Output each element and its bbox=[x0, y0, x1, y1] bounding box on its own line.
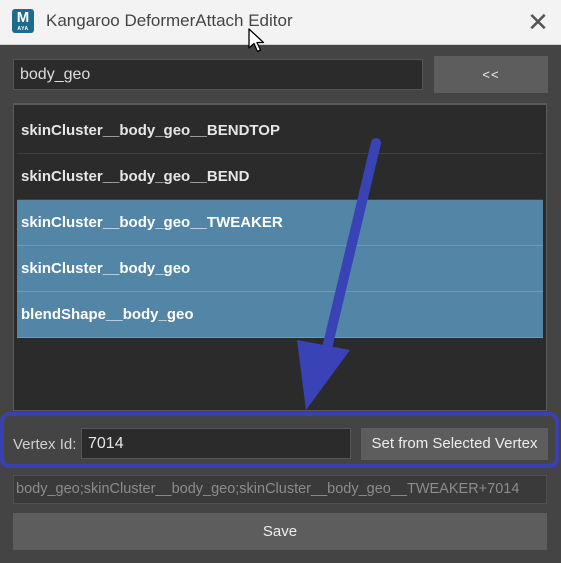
mouse-cursor-icon bbox=[248, 28, 265, 53]
deformer-list-item-selected[interactable]: skinCluster__body_geo bbox=[17, 246, 543, 292]
save-button[interactable]: Save bbox=[13, 513, 547, 550]
title-bar: M AYA Kangaroo DeformerAttach Editor ✕ bbox=[0, 0, 561, 45]
deformer-list-item[interactable]: skinCluster__body_geo__BEND bbox=[17, 154, 543, 200]
deformer-list-item-selected[interactable]: skinCluster__body_geo__TWEAKER bbox=[17, 200, 543, 246]
vertex-id-input[interactable]: 7014 bbox=[81, 428, 351, 459]
deformer-list[interactable]: skinCluster__body_geo__BENDTOP skinClust… bbox=[13, 103, 547, 411]
mesh-search-input[interactable]: body_geo bbox=[13, 59, 423, 90]
deformer-list-item[interactable]: skinCluster__body_geo__BENDTOP bbox=[17, 108, 543, 154]
maya-app-icon: M AYA bbox=[12, 9, 34, 33]
back-button[interactable]: << bbox=[434, 56, 548, 93]
vertex-id-label: Vertex Id: bbox=[13, 436, 77, 453]
close-button[interactable]: ✕ bbox=[515, 0, 561, 44]
attach-string-field[interactable]: body_geo;skinCluster__body_geo;skinClust… bbox=[13, 475, 547, 504]
set-from-selected-vertex-button[interactable]: Set from Selected Vertex bbox=[361, 428, 548, 460]
deformer-list-item-selected[interactable]: blendShape__body_geo bbox=[17, 292, 543, 338]
